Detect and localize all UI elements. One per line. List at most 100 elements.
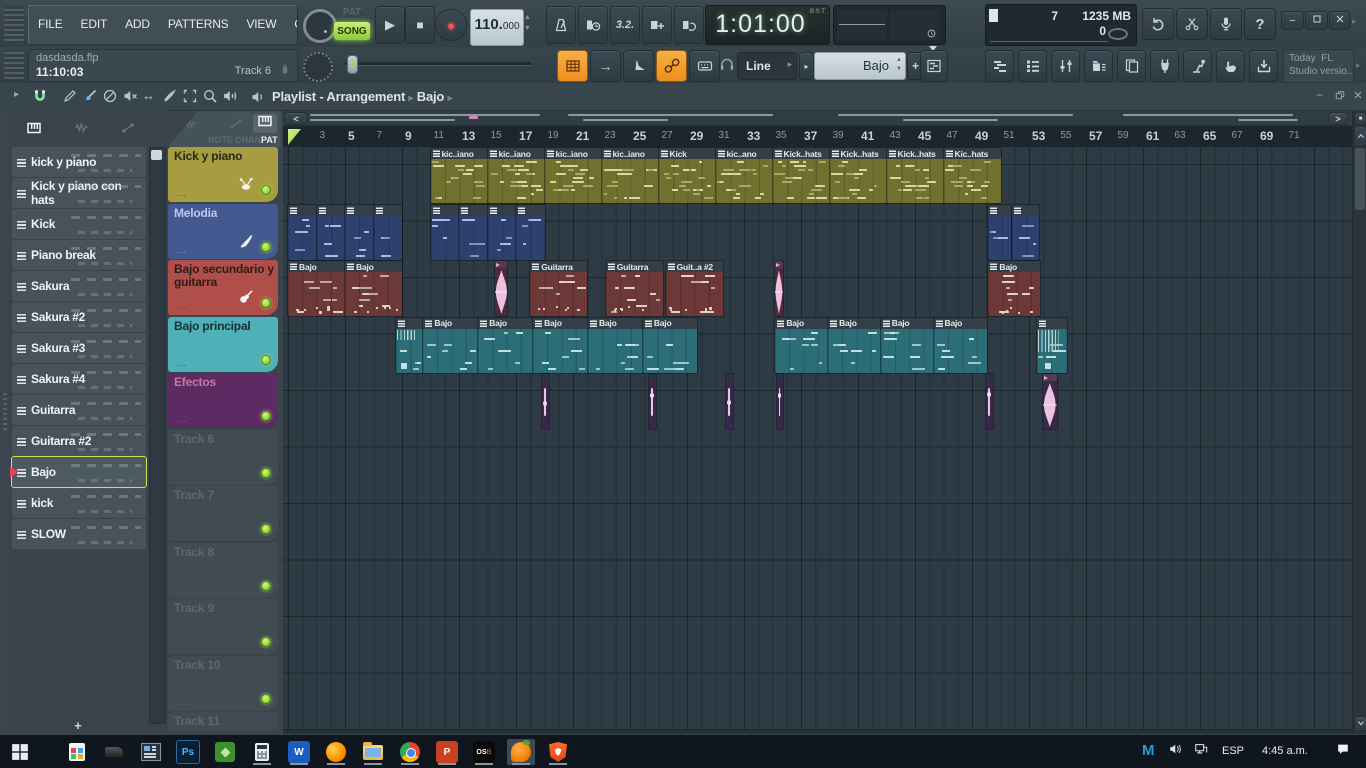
clip-header[interactable]: Bajo bbox=[288, 261, 345, 272]
track-mute-dots[interactable]: ... bbox=[176, 584, 187, 595]
track-header-track-6[interactable]: Track 6... bbox=[168, 429, 278, 485]
clip-kic-iano[interactable]: kic..iano bbox=[430, 148, 488, 203]
pattern-scrollbar[interactable] bbox=[149, 147, 166, 724]
taskbar-start-button[interactable] bbox=[6, 739, 34, 765]
clip-kic-iano[interactable]: kic..iano bbox=[487, 148, 545, 203]
clip-header[interactable]: Bajo bbox=[533, 317, 588, 329]
taskbar-scanner-app[interactable] bbox=[100, 739, 128, 765]
clip-header[interactable]: Bajo bbox=[478, 317, 534, 329]
clip-audio[interactable] bbox=[1043, 374, 1057, 429]
clip-fx[interactable] bbox=[986, 374, 993, 429]
pattern-item-sakura[interactable]: Sakura bbox=[12, 271, 146, 301]
clip-pattern[interactable] bbox=[430, 204, 459, 260]
pattern-item-piano-break[interactable]: Piano break bbox=[12, 240, 146, 270]
clip-header[interactable] bbox=[373, 204, 402, 216]
pattern-item-bajo[interactable]: Bajo bbox=[10, 456, 147, 488]
track-led[interactable] bbox=[261, 185, 271, 195]
news-more-arrow[interactable]: ▸ bbox=[1356, 60, 1361, 71]
track-led[interactable] bbox=[261, 354, 271, 365]
track-header-track-7[interactable]: Track 7... bbox=[168, 486, 278, 541]
pattern-scrollbar-handle[interactable] bbox=[151, 150, 162, 160]
track-header-melodia[interactable]: Melodia... bbox=[168, 203, 278, 259]
clip-kick[interactable]: Kick bbox=[658, 148, 716, 203]
titlebar-more-arrow[interactable]: ▸ bbox=[1352, 16, 1357, 27]
tab-automation-icon[interactable] bbox=[228, 116, 244, 132]
pattern-item-kick-y-piano[interactable]: kick y piano bbox=[12, 147, 146, 177]
clip-pattern[interactable] bbox=[988, 204, 1012, 260]
undo-button[interactable] bbox=[1142, 8, 1174, 40]
clip-header[interactable]: Bajo bbox=[423, 317, 479, 329]
tab-note-label[interactable]: NOTE bbox=[208, 135, 233, 145]
playlist-button[interactable] bbox=[920, 50, 948, 82]
track-header-track-8[interactable]: Track 8... bbox=[168, 542, 278, 598]
vscroll-handle[interactable] bbox=[1355, 148, 1365, 210]
headphones-icon[interactable] bbox=[719, 56, 735, 72]
taskbar-explorer-app[interactable] bbox=[359, 739, 387, 765]
track-led[interactable] bbox=[261, 241, 271, 252]
track-header-track-9[interactable]: Track 9... bbox=[168, 599, 278, 654]
snap-magnet-icon[interactable] bbox=[32, 88, 48, 104]
snap-selector[interactable]: Line ▸ bbox=[737, 52, 797, 80]
clip-pattern[interactable] bbox=[1011, 204, 1039, 260]
slider-handle[interactable] bbox=[347, 55, 358, 74]
blend-recording-button[interactable] bbox=[642, 6, 672, 44]
pattern-item-guitarra[interactable]: Guitarra bbox=[12, 395, 146, 425]
clip-guit-a-2[interactable]: Guit..a #2 bbox=[665, 261, 723, 316]
clip-pattern[interactable] bbox=[487, 204, 516, 260]
clip-header[interactable] bbox=[1036, 317, 1067, 329]
clip-header[interactable]: Guitarra bbox=[605, 261, 663, 272]
clip-header[interactable] bbox=[345, 204, 374, 216]
clip-header[interactable]: Bajo bbox=[345, 261, 402, 272]
clip-header[interactable]: Guitarra bbox=[530, 261, 588, 272]
clip-kick-hats[interactable]: Kick..hats bbox=[886, 148, 944, 203]
clip-audio[interactable] bbox=[775, 261, 784, 316]
clip-header[interactable]: Bajo bbox=[587, 317, 643, 329]
clip-header[interactable] bbox=[316, 204, 345, 216]
malwarebytes-tray-icon[interactable]: M bbox=[1142, 742, 1155, 759]
target-spinner[interactable]: ▲ ▼ bbox=[896, 56, 902, 74]
pattern-item-kick[interactable]: Kick bbox=[12, 209, 146, 239]
playlist-grid[interactable]: kic..iano kic..iano kic..iano kic..iano Kick… bbox=[283, 147, 1352, 730]
track-mute-dots[interactable]: ... bbox=[176, 527, 187, 538]
record-audio-button[interactable] bbox=[1210, 8, 1242, 40]
clip-header[interactable]: kic..iano bbox=[601, 148, 659, 159]
help-button[interactable]: ? bbox=[1244, 8, 1276, 40]
export-project-button[interactable] bbox=[1249, 50, 1278, 82]
vscroll-up-button[interactable] bbox=[1354, 126, 1366, 147]
playback-preview-tool-icon[interactable] bbox=[222, 88, 238, 104]
clip-bajo[interactable]: Bajo bbox=[478, 317, 534, 373]
plugin-database-button[interactable] bbox=[1150, 50, 1179, 82]
clip-header[interactable]: Kick..hats bbox=[829, 148, 887, 159]
pattern-item-kick[interactable]: kick bbox=[12, 488, 146, 518]
pattern-item-slow[interactable]: SLOW bbox=[12, 519, 146, 549]
pattern-item-kick-y-piano-con-hats[interactable]: Kick y piano con hats bbox=[12, 178, 146, 208]
taskbar-photoshop-app[interactable]: Ps bbox=[174, 739, 202, 765]
clip-bajo[interactable]: Bajo bbox=[880, 317, 934, 373]
draw-tool-icon[interactable] bbox=[62, 88, 78, 104]
taskbar-powerpoint-app[interactable]: P bbox=[433, 739, 461, 765]
clip-guitarra[interactable]: Guitarra bbox=[530, 261, 588, 316]
typing-keyboard-to-piano-button[interactable] bbox=[689, 50, 720, 82]
volume-tray-icon[interactable] bbox=[1168, 742, 1182, 756]
clip-header[interactable]: Bajo bbox=[828, 317, 881, 329]
clip-pattern[interactable] bbox=[345, 204, 374, 260]
tempo-spinner[interactable]: ▲ ▼ bbox=[523, 12, 532, 34]
clip-header[interactable]: kic..iano bbox=[487, 148, 545, 159]
clip-bajo[interactable]: Bajo bbox=[423, 317, 479, 373]
playlist-minimize-icon[interactable]: − bbox=[1316, 88, 1323, 102]
clip-kick-hats[interactable]: Kick..hats bbox=[772, 148, 830, 203]
main-volume-slider[interactable] bbox=[345, 55, 531, 74]
clip-bajo[interactable]: Bajo bbox=[988, 261, 1041, 316]
clip-bajo[interactable]: Bajo bbox=[533, 317, 588, 373]
main-pitch-knob[interactable] bbox=[303, 52, 333, 82]
menu-view[interactable]: VIEW bbox=[237, 6, 285, 42]
clip-pattern[interactable] bbox=[1036, 317, 1067, 373]
record-button[interactable]: ● bbox=[435, 9, 467, 41]
timeline-ruler[interactable]: 3 5 7 9 11 13 15 17 19 21 23 25 27 29 31 33 35 37 39 41 43 45… bbox=[283, 126, 1352, 148]
taskbar-store-app[interactable] bbox=[63, 739, 91, 765]
taskbar-sims-app[interactable] bbox=[211, 739, 239, 765]
clip-kic-hats[interactable]: Kic..hats bbox=[943, 148, 1001, 203]
track-led[interactable] bbox=[261, 580, 271, 591]
slip-tool-icon[interactable]: ↔ bbox=[142, 88, 155, 103]
mixer-button[interactable] bbox=[1051, 50, 1080, 82]
